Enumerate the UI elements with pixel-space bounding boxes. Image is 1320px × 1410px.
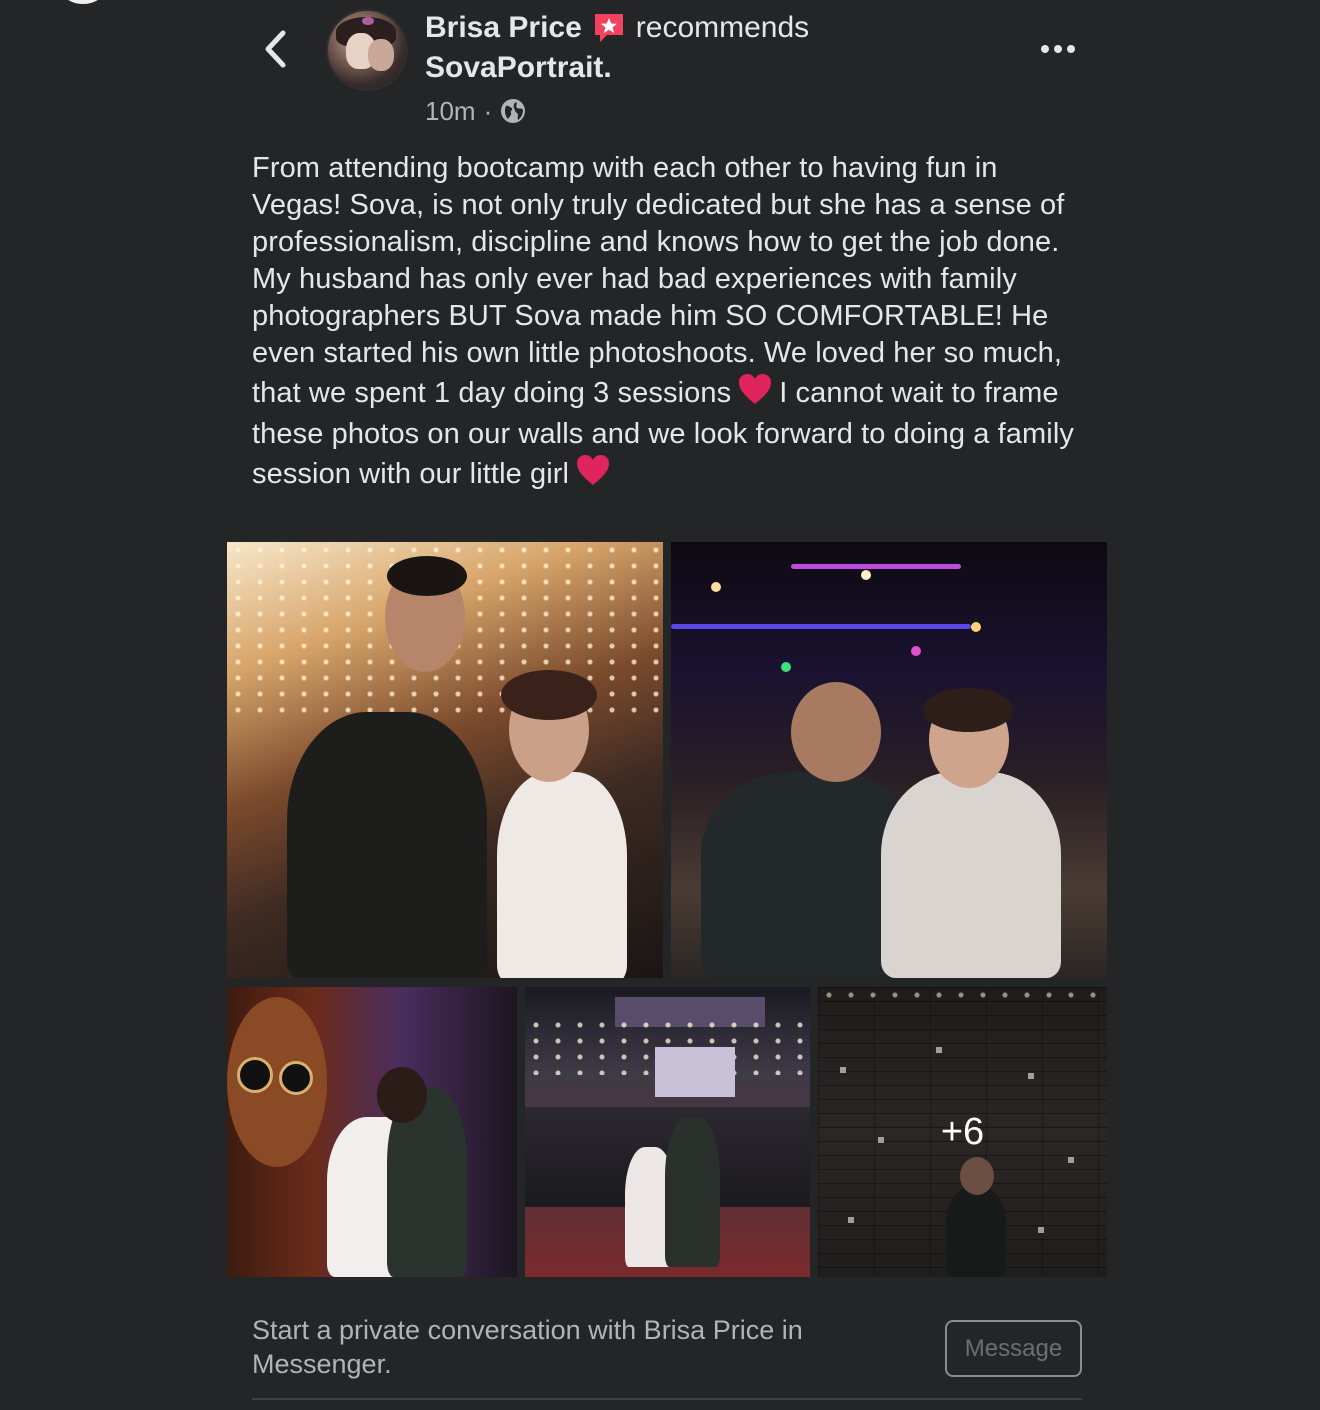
post-photo-3[interactable] [227, 987, 517, 1277]
post-photo-2[interactable] [671, 542, 1107, 978]
more-photos-count: +6 [818, 987, 1107, 1277]
post-page: Brisa Price recommends SovaPortrait. 10m… [0, 0, 1320, 1410]
post-text-part-1: From attending bootcamp with each other … [252, 152, 1073, 409]
message-button[interactable]: Message [945, 1320, 1082, 1377]
more-options-icon [1041, 45, 1075, 53]
recommends-label: recommends [635, 11, 810, 44]
divider [252, 1398, 1082, 1400]
author-avatar[interactable] [326, 9, 408, 91]
post-timestamp[interactable]: 10m [425, 90, 476, 132]
page-name[interactable]: SovaPortrait. [425, 48, 985, 88]
status-indicator [60, 0, 106, 4]
recommend-star-icon [592, 13, 626, 43]
post-meta: 10m · [425, 90, 985, 132]
back-button[interactable] [258, 28, 294, 70]
author-name[interactable]: Brisa Price [425, 8, 582, 48]
chevron-left-icon [265, 30, 286, 68]
post-photo-4[interactable] [525, 987, 810, 1277]
globe-icon [501, 99, 526, 123]
red-heart-emoji [737, 372, 773, 416]
more-options-button[interactable] [1036, 34, 1080, 64]
post-text: From attending bootcamp with each other … [252, 150, 1082, 497]
messenger-prompt: Start a private conversation with Brisa … [252, 1315, 803, 1379]
post-photo-1[interactable] [227, 542, 663, 978]
post-photo-5[interactable]: +6 [818, 987, 1107, 1277]
author-line: Brisa Price recommends [425, 8, 985, 48]
meta-separator: · [483, 96, 493, 126]
post-header: Brisa Price recommends SovaPortrait. 10m… [425, 8, 985, 132]
red-heart-emoji [575, 453, 611, 497]
